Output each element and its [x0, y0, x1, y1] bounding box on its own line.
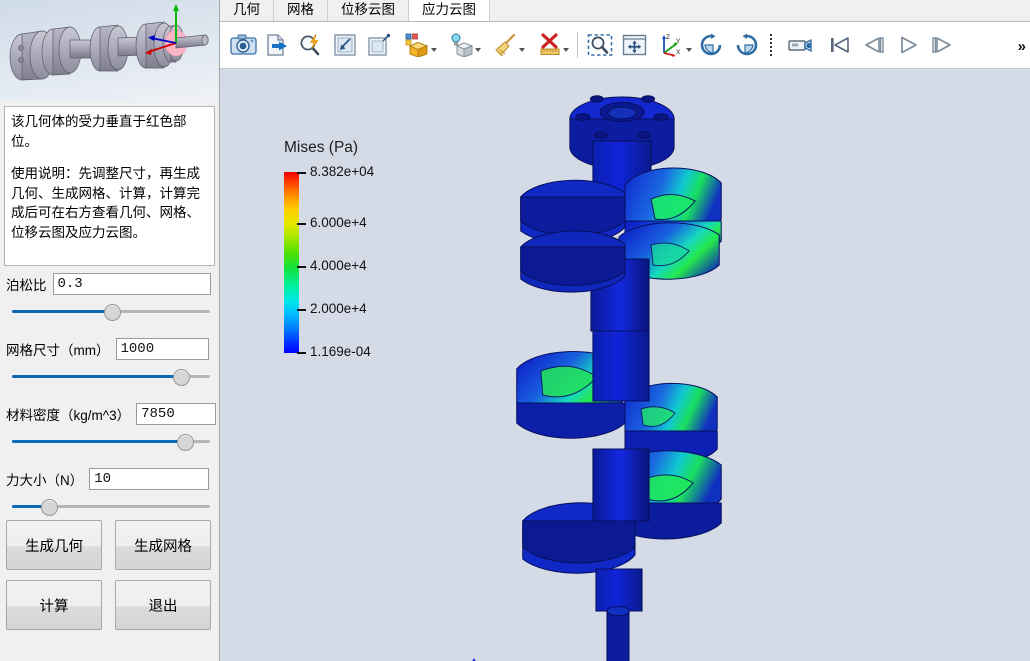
svg-text:Y: Y	[676, 38, 681, 45]
param-row-force: 力大小（N） 10	[0, 467, 220, 516]
legend-title: Mises (Pa)	[284, 139, 359, 156]
step-back-icon[interactable]	[857, 28, 891, 62]
stress-legend: Mises (Pa) 8.382e+04 6.000e+4 4.000e+4 2…	[264, 139, 404, 361]
step-forward-icon[interactable]	[925, 28, 959, 62]
param-label-force: 力大小（N）	[6, 473, 84, 488]
param-input-force[interactable]: 10	[89, 468, 210, 490]
param-input-poisson[interactable]: 0.3	[52, 273, 211, 295]
color-cube-icon[interactable]	[396, 28, 440, 62]
param-row-mesh-size: 网格尺寸（mm） 1000	[0, 337, 220, 386]
slider-fill	[12, 440, 185, 443]
colorbar-wrapper: 8.382e+04 6.000e+4 4.000e+4 2.000e+4 1.1…	[264, 161, 404, 361]
exit-button[interactable]: 退出	[115, 580, 211, 630]
viewport-axes-triad	[464, 654, 494, 661]
colorbar-tick-label: 4.000e+4	[310, 258, 367, 273]
param-slider-poisson[interactable]	[12, 304, 210, 321]
toolbar-overflow-button[interactable]: »	[1018, 38, 1026, 55]
tab-stress-contour[interactable]: 应力云图	[409, 0, 490, 21]
chevron-down-icon[interactable]	[431, 48, 437, 52]
application-window: 该几何体的受力垂直于红色部位。 使用说明：先调整尺寸，再生成几何、生成网格、计算…	[0, 0, 1030, 661]
colorbar-tick	[297, 266, 306, 268]
param-input-density[interactable]: 7850	[136, 403, 217, 425]
svg-text:X: X	[676, 49, 681, 56]
slider-thumb[interactable]	[173, 369, 191, 386]
generate-mesh-button[interactable]: 生成网格	[115, 520, 211, 570]
tab-geometry[interactable]: 几何	[220, 0, 274, 21]
param-label-mesh-size: 网格尺寸（mm）	[6, 343, 110, 358]
colorbar-tick	[297, 309, 306, 311]
compute-button[interactable]: 计算	[6, 580, 102, 630]
skip-first-icon[interactable]	[823, 28, 857, 62]
param-slider-density[interactable]	[12, 434, 210, 451]
view-tab-bar: 几何 网格 位移云图 应力云图	[220, 0, 1030, 22]
param-label-poisson: 泊松比	[6, 278, 47, 293]
instruction-text-box: 该几何体的受力垂直于红色部位。 使用说明：先调整尺寸，再生成几何、生成网格、计算…	[4, 106, 215, 266]
left-control-panel: 该几何体的受力垂直于红色部位。 使用说明：先调整尺寸，再生成几何、生成网格、计算…	[0, 0, 220, 661]
slider-fill	[12, 310, 111, 313]
crankshaft-geometry-preview[interactable]	[0, 0, 219, 100]
colorbar-tick	[297, 223, 306, 225]
param-slider-mesh-size[interactable]	[12, 369, 210, 386]
fit-to-window-icon[interactable]	[328, 28, 362, 62]
delete-ruler-icon[interactable]	[528, 28, 572, 62]
chevron-down-icon[interactable]	[563, 48, 569, 52]
instruction-line-2: 使用说明：先调整尺寸，再生成几何、生成网格、计算，计算完成后可在右方查看几何、网…	[11, 166, 200, 240]
colorbar-tick-label: 1.169e-04	[310, 344, 371, 359]
play-icon[interactable]	[891, 28, 925, 62]
slider-thumb[interactable]	[104, 304, 121, 321]
param-row-poisson: 泊松比 0.3	[0, 272, 220, 321]
zoom-flash-icon[interactable]	[294, 28, 328, 62]
colorbar	[284, 172, 299, 353]
frame-box-icon[interactable]	[362, 28, 396, 62]
param-label-density: 材料密度（kg/m^3）	[6, 408, 131, 423]
param-slider-force[interactable]	[12, 499, 210, 516]
param-input-mesh-size[interactable]: 1000	[115, 338, 209, 360]
slider-fill	[12, 375, 181, 378]
colorbar-tick-label: 8.382e+04	[310, 164, 375, 179]
chevron-down-icon[interactable]	[475, 48, 481, 52]
pan-icon[interactable]	[617, 28, 651, 62]
chevron-down-icon[interactable]	[686, 48, 692, 52]
axes-triad-icon[interactable]: Z Y X	[651, 28, 695, 62]
movie-camera-icon[interactable]	[779, 28, 823, 62]
slider-thumb[interactable]	[177, 434, 195, 451]
tab-displacement-contour[interactable]: 位移云图	[328, 0, 409, 21]
param-row-density: 材料密度（kg/m^3） 7850	[0, 402, 220, 451]
instruction-line-1: 该几何体的受力垂直于红色部位。	[11, 114, 187, 149]
3d-viewport[interactable]: Mises (Pa) 8.382e+04 6.000e+4 4.000e+4 2…	[220, 69, 1030, 661]
zoom-box-icon[interactable]	[583, 28, 617, 62]
light-cube-icon[interactable]	[440, 28, 484, 62]
colorbar-tick	[297, 172, 306, 174]
colorbar-tick-label: 2.000e+4	[310, 301, 367, 316]
rotate-cw-icon[interactable]	[695, 28, 729, 62]
right-view-area: 几何 网格 位移云图 应力云图 Z Y X » Mises (Pa) 8.382…	[220, 0, 1030, 661]
colorbar-tick-label: 6.000e+4	[310, 215, 367, 230]
colorbar-tick	[297, 352, 306, 354]
tab-mesh[interactable]: 网格	[274, 0, 328, 21]
toolbar-separator	[577, 32, 578, 58]
view-toolbar: Z Y X »	[220, 22, 1030, 69]
slider-thumb[interactable]	[40, 499, 58, 516]
rotate-ccw-icon[interactable]	[729, 28, 763, 62]
generate-geometry-button[interactable]: 生成几何	[6, 520, 102, 570]
svg-text:Z: Z	[666, 34, 670, 41]
chevron-down-icon[interactable]	[519, 48, 525, 52]
toolbar-dotted-separator	[766, 32, 776, 58]
broom-clean-icon[interactable]	[484, 28, 528, 62]
camera-snapshot-icon[interactable]	[226, 28, 260, 62]
export-image-icon[interactable]	[260, 28, 294, 62]
